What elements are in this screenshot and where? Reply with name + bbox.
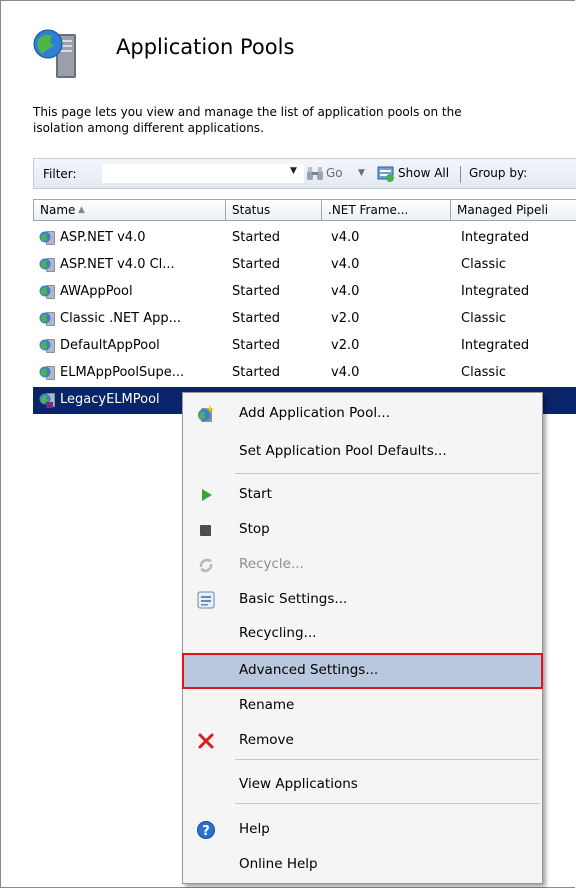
group-by-label[interactable]: Group by:: [469, 166, 527, 180]
pool-name: LegacyELMPool: [60, 392, 160, 407]
menu-separator: [235, 759, 539, 760]
show-all-icon[interactable]: [377, 166, 395, 182]
menu-separator: [235, 473, 539, 474]
binoculars-icon[interactable]: [306, 166, 324, 182]
table-row[interactable]: Classic .NET App... Started v2.0 Classic: [33, 306, 576, 333]
app-pool-icon: [39, 258, 55, 272]
menu-item-set-application-pool-defaults[interactable]: Set Application Pool Defaults...: [183, 435, 542, 469]
pool-net-version: v4.0: [331, 284, 360, 299]
app-pool-icon: [39, 339, 55, 353]
application-pools-icon: [33, 29, 76, 78]
menu-item-add-application-pool[interactable]: Add Application Pool...: [183, 397, 542, 431]
basic-settings-icon: [197, 591, 215, 609]
sort-ascending-icon: ▲: [78, 205, 85, 215]
pool-status: Started: [232, 257, 281, 272]
pool-status: Started: [232, 365, 281, 380]
pool-status: Started: [232, 311, 281, 326]
pool-status: Started: [232, 284, 281, 299]
menu-item-label: Recycling...: [239, 625, 317, 641]
go-dropdown-icon[interactable]: ▼: [358, 168, 365, 178]
table-row[interactable]: ASP.NET v4.0 Started v4.0 Integrated: [33, 225, 576, 252]
help-icon: ?: [197, 821, 215, 839]
remove-icon: [198, 733, 214, 749]
filter-dropdown-icon[interactable]: ▼: [290, 166, 297, 176]
filter-label: Filter:: [43, 167, 77, 181]
menu-item-label: Add Application Pool...: [239, 405, 390, 421]
column-header-name-label: Name: [40, 203, 76, 217]
menu-item-recycle: Recycle...: [183, 548, 542, 582]
go-button[interactable]: Go: [326, 166, 343, 180]
pool-name: ASP.NET v4.0 Cl...: [60, 257, 175, 272]
pool-name: ASP.NET v4.0: [60, 230, 146, 245]
app-pool-icon: [39, 231, 55, 245]
app-pool-icon: [39, 312, 55, 326]
menu-item-label: View Applications: [239, 776, 358, 792]
column-header-managed-pipeline[interactable]: Managed Pipeli: [451, 199, 576, 221]
page-title: Application Pools: [116, 35, 295, 59]
menu-item-rename[interactable]: Rename: [183, 689, 542, 723]
menu-separator: [235, 803, 539, 804]
pool-net-version: v2.0: [331, 311, 360, 326]
menu-item-label: Recycle...: [239, 556, 304, 572]
menu-item-label: Basic Settings...: [239, 591, 348, 607]
pool-pipeline: Classic: [461, 311, 506, 326]
menu-item-label: Help: [239, 821, 270, 837]
description-line-2: isolation among different applications.: [33, 121, 264, 135]
pool-name: Classic .NET App...: [60, 311, 182, 326]
pool-pipeline: Classic: [461, 365, 506, 380]
svg-text:?: ?: [202, 824, 210, 839]
menu-item-online-help[interactable]: Online Help: [183, 848, 542, 882]
app-pool-icon: [39, 393, 55, 408]
add-pool-icon: [198, 405, 214, 422]
menu-item-label: Set Application Pool Defaults...: [239, 443, 447, 459]
context-menu: Add Application Pool... Set Application P…: [182, 392, 543, 884]
pool-pipeline: Integrated: [461, 230, 530, 245]
menu-item-basic-settings[interactable]: Basic Settings...: [183, 583, 542, 617]
table-row[interactable]: ELMAppPoolSupe... Started v4.0 Classic: [33, 360, 576, 387]
filter-toolbar: Filter: ▼ Go ▼ Show All Group by:: [33, 158, 576, 189]
show-all-button[interactable]: Show All: [398, 166, 449, 180]
menu-item-label: Stop: [239, 521, 270, 537]
menu-item-label: Online Help: [239, 856, 318, 872]
column-header-name[interactable]: Name ▲: [33, 199, 226, 221]
toolbar-separator: [460, 166, 461, 183]
app-pool-icon: [39, 285, 55, 299]
column-header-status[interactable]: Status: [226, 199, 322, 221]
pool-net-version: v4.0: [331, 230, 360, 245]
app-pool-icon: [39, 366, 55, 380]
pool-name: ELMAppPoolSupe...: [60, 365, 185, 380]
table-row[interactable]: DefaultAppPool Started v2.0 Integrated: [33, 333, 576, 360]
menu-item-view-applications[interactable]: View Applications: [183, 768, 542, 802]
menu-item-advanced-settings[interactable]: Advanced Settings...: [182, 653, 543, 689]
menu-item-label: Remove: [239, 732, 294, 748]
pool-net-version: v4.0: [331, 257, 360, 272]
pool-pipeline: Classic: [461, 257, 506, 272]
page-description: This page lets you view and manage the l…: [33, 104, 462, 136]
pool-status: Started: [232, 338, 281, 353]
stop-icon: [200, 525, 211, 536]
pool-pipeline: Integrated: [461, 338, 530, 353]
description-line-1: This page lets you view and manage the l…: [33, 105, 462, 119]
pool-pipeline: Integrated: [461, 284, 530, 299]
menu-item-start[interactable]: Start: [183, 478, 542, 512]
menu-item-label: Rename: [239, 697, 295, 713]
menu-item-recycling[interactable]: Recycling...: [183, 617, 542, 651]
pool-net-version: v4.0: [331, 365, 360, 380]
table-row[interactable]: ASP.NET v4.0 Cl... Started v4.0 Classic: [33, 252, 576, 279]
menu-item-label: Start: [239, 486, 272, 502]
menu-item-help[interactable]: ? Help: [183, 813, 542, 847]
pool-name: AWAppPool: [60, 284, 133, 299]
play-icon: [202, 489, 212, 501]
recycle-icon: [199, 558, 213, 573]
menu-item-label: Advanced Settings...: [239, 662, 379, 678]
pool-net-version: v2.0: [331, 338, 360, 353]
menu-item-stop[interactable]: Stop: [183, 513, 542, 547]
pool-status: Started: [232, 230, 281, 245]
pool-name: DefaultAppPool: [60, 338, 160, 353]
column-header-net-framework[interactable]: .NET Frame...: [322, 199, 451, 221]
menu-item-remove[interactable]: Remove: [183, 724, 542, 758]
filter-input[interactable]: [102, 164, 304, 183]
table-row[interactable]: AWAppPool Started v4.0 Integrated: [33, 279, 576, 306]
